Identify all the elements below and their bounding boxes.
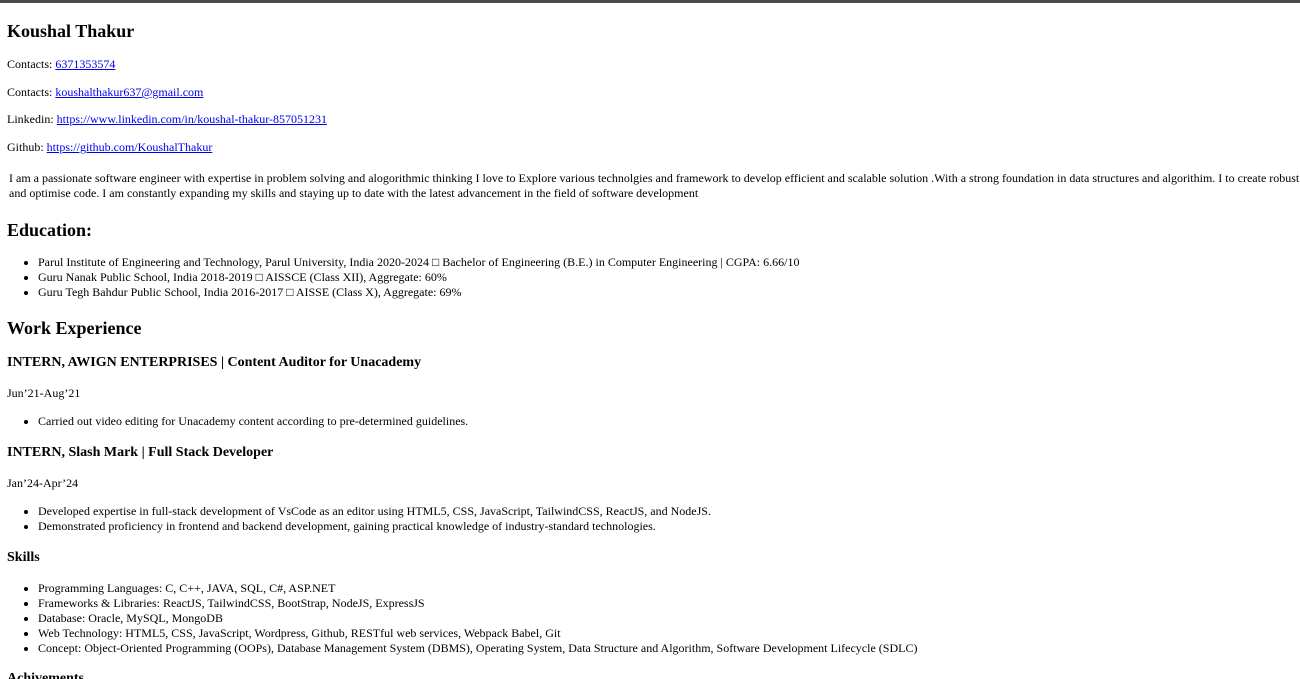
job-date-awign: Jun’21-Aug’21 [7,386,81,400]
list-item: Parul Institute of Engineering and Techn… [38,255,1300,270]
github-link[interactable]: https://github.com/KoushalThakur [47,140,213,154]
list-item: Demonstrated proficiency in frontend and… [38,519,1300,534]
work-experience-heading: Work Experience [7,318,142,338]
job-date-slashmark: Jan’24-Apr’24 [7,476,79,490]
list-item: Carried out video editing for Unacademy … [38,414,1300,429]
phone-link[interactable]: 6371353574 [55,57,115,71]
contact-github: Github: https://github.com/KoushalThakur [7,140,212,155]
list-item: Programming Languages: C, C++, JAVA, SQL… [38,581,1300,596]
page-title: Koushal Thakur [7,21,135,41]
contact-email-label: Contacts: [7,85,53,99]
linkedin-link[interactable]: https://www.linkedin.com/in/koushal-thak… [57,112,327,126]
achievements-heading: Achivements [7,671,84,679]
job-points-slashmark: Developed expertise in full-stack develo… [7,504,1300,534]
contact-linkedin-label: Linkedin: [7,112,54,126]
contact-phone-label: Contacts: [7,57,53,71]
email-link[interactable]: koushalthakur637@gmail.com [55,85,203,99]
education-list: Parul Institute of Engineering and Techn… [7,255,1300,300]
job-points-awign: Carried out video editing for Unacademy … [7,414,1300,429]
list-item: Guru Tegh Bahdur Public School, India 20… [38,285,1300,300]
contact-phone: Contacts: 6371353574 [7,57,115,72]
education-heading: Education: [7,220,93,240]
about-paragraph: I am a passionate software engineer with… [9,171,1300,200]
skills-list: Programming Languages: C, C++, JAVA, SQL… [7,581,1300,656]
list-item: Guru Nanak Public School, India 2018-201… [38,270,1300,285]
list-item: Developed expertise in full-stack develo… [38,504,1300,519]
list-item: Concept: Object-Oriented Programming (OO… [38,641,1300,656]
contact-email: Contacts: koushalthakur637@gmail.com [7,85,203,100]
list-item: Web Technology: HTML5, CSS, JavaScript, … [38,626,1300,641]
contact-linkedin: Linkedin: https://www.linkedin.com/in/ko… [7,112,327,127]
list-item: Database: Oracle, MySQL, MongoDB [38,611,1300,626]
job-heading-awign: INTERN, AWIGN ENTERPRISES | Content Audi… [7,355,422,370]
job-heading-slashmark: INTERN, Slash Mark | Full Stack Develope… [7,445,274,460]
skills-heading: Skills [7,550,40,565]
contact-github-label: Github: [7,140,44,154]
list-item: Frameworks & Libraries: ReactJS, Tailwin… [38,596,1300,611]
